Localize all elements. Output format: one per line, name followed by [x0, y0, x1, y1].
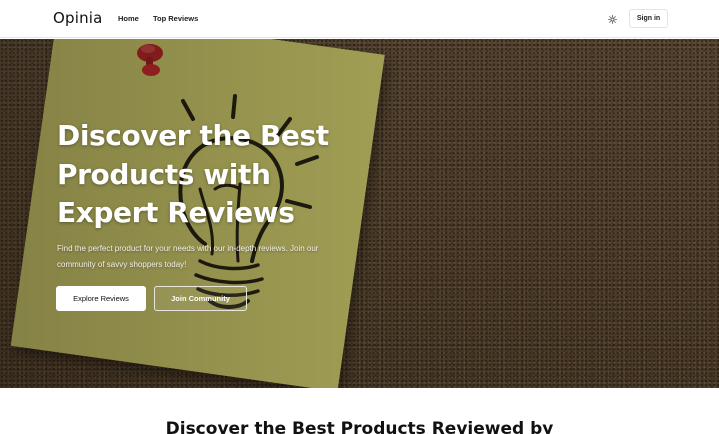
section-heading: Discover the Best Products Reviewed by: [165, 419, 554, 434]
hero-title: Discover the Best Products with Expert R…: [57, 119, 329, 229]
join-community-button[interactable]: Join Community: [154, 286, 247, 311]
hero-subtitle: Find the perfect product for your needs …: [57, 244, 319, 269]
top-navbar: Opinia Home Top Reviews Sign in: [0, 0, 719, 38]
nav-home-link[interactable]: Home: [118, 14, 139, 23]
explore-reviews-button[interactable]: Explore Reviews: [56, 286, 146, 311]
brand-logo[interactable]: Opinia: [53, 9, 103, 27]
hero-section: Discover the Best Products with Expert R…: [0, 39, 719, 388]
theme-toggle-button[interactable]: [605, 12, 619, 26]
nav-top-reviews-link[interactable]: Top Reviews: [153, 14, 198, 23]
sun-icon: [607, 14, 617, 24]
sign-in-button[interactable]: Sign in: [629, 9, 668, 28]
